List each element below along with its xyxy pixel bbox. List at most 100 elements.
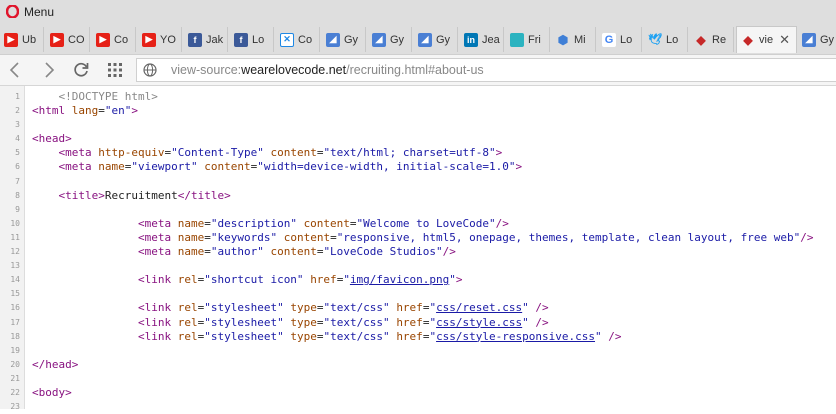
url-prefix: view-source: [171, 63, 242, 77]
tab[interactable]: ⬢ Mi [552, 27, 596, 52]
image-icon: ◢ [372, 32, 386, 47]
youtube-icon: ▶ [4, 32, 18, 47]
line-number: 18 [10, 331, 20, 341]
tab-title: Fri [528, 33, 541, 46]
tab-title: Lo [620, 33, 633, 46]
speed-dial-button[interactable] [104, 59, 126, 81]
tab[interactable]: ◆ Re [690, 27, 734, 52]
tab-title: Lo [666, 33, 679, 46]
tab[interactable]: ◢ Gy [414, 27, 458, 52]
tab[interactable]: ▶ Ub [0, 27, 44, 52]
tab[interactable]: ◢ Gy [798, 27, 836, 52]
menu-button[interactable]: Menu [24, 5, 54, 19]
tab[interactable]: ✕ Co [276, 27, 320, 52]
url-text[interactable]: view-source:wearelovecode.net/recruiting… [171, 63, 484, 77]
line-code: <!DOCTYPE html> [58, 90, 158, 103]
source-line: 11 <meta name="keywords" content="respon… [0, 231, 836, 245]
image-icon: ◢ [418, 32, 432, 47]
opera-logo-icon[interactable] [6, 5, 19, 18]
line-number: 22 [10, 387, 20, 397]
chevron-left-icon [9, 62, 19, 78]
source-line: 2 <html lang="en"> [0, 104, 836, 118]
source-line: 12 <meta name="author" content="LoveCode… [0, 245, 836, 259]
reload-button[interactable] [70, 59, 92, 81]
forward-button[interactable] [38, 59, 60, 81]
line-number: 11 [10, 232, 20, 242]
line-number: 5 [15, 148, 20, 158]
line-number: 8 [15, 190, 20, 200]
line-number: 21 [10, 373, 20, 383]
close-icon[interactable]: ✕ [779, 32, 790, 48]
line-code: <meta name="description" content="Welcom… [137, 216, 509, 230]
source-line: 7 [0, 175, 836, 189]
source-link[interactable]: css/style-responsive.css [436, 330, 595, 343]
source-line: 4 <head> [0, 132, 836, 146]
back-button[interactable] [4, 59, 26, 81]
source-line: 8 <title>Recruitment</title> [0, 189, 836, 203]
square-icon [510, 32, 524, 47]
line-number: 20 [10, 359, 20, 369]
tab-title: Jak [206, 33, 224, 46]
chevron-right-icon [45, 62, 55, 78]
line-number: 4 [15, 134, 20, 144]
tab[interactable]: ◢ Gy [368, 27, 412, 52]
line-number: 15 [10, 289, 20, 299]
tab[interactable]: ◆ vie ✕ [736, 26, 797, 53]
image-icon: ◢ [802, 32, 816, 47]
tab-title: Re [712, 33, 727, 46]
tab[interactable]: ▶ YO [138, 27, 182, 52]
line-number: 16 [10, 303, 20, 313]
diamond-icon: ◆ [696, 32, 706, 47]
globe-icon [143, 63, 157, 77]
youtube-icon: ▶ [50, 32, 64, 47]
google-icon: G [602, 32, 616, 47]
image-icon: ◢ [326, 32, 340, 47]
source-line: 23 [0, 400, 836, 414]
line-number: 1 [15, 92, 20, 101]
line-number: 2 [15, 106, 20, 116]
tab[interactable]: ◢ Gy [322, 27, 366, 52]
source-line: 1 <!DOCTYPE html> [0, 90, 836, 104]
source-line: 5 <meta http-equiv="Content-Type" conten… [0, 146, 836, 160]
youtube-icon: ▶ [142, 32, 156, 47]
line-code: <meta name="viewport" content="width=dev… [58, 160, 523, 174]
tab-title: CO [68, 33, 85, 46]
youtube-icon: ▶ [96, 32, 110, 47]
tab[interactable]: f Lo [230, 27, 274, 52]
line-code: <meta http-equiv="Content-Type" content=… [58, 146, 503, 160]
line-number: 17 [10, 317, 20, 327]
tab[interactable]: f Jak [184, 27, 228, 52]
tab[interactable]: Fri [506, 27, 550, 52]
tab[interactable]: ▶ CO [46, 27, 90, 52]
source-line: 6 <meta name="viewport" content="width=d… [0, 160, 836, 174]
tab-title: Gy [820, 33, 835, 46]
tab-title: Mi [574, 33, 586, 46]
line-number: 13 [10, 261, 20, 271]
line-code: <html lang="en"> [32, 104, 138, 118]
tab[interactable]: ▶ Co [92, 27, 136, 52]
tab-title: Co [114, 33, 129, 46]
source-link[interactable]: css/style.css [436, 316, 522, 329]
source-view[interactable]: 1 <!DOCTYPE html> 2 <html lang="en"> 3 4 <hea… [0, 86, 836, 411]
line-code: <meta name="keywords" content="responsiv… [137, 230, 814, 244]
line-number: 12 [10, 247, 20, 257]
source-link[interactable]: css/reset.css [436, 301, 522, 314]
url-host: wearelovecode.net [241, 63, 347, 77]
source-link[interactable]: img/favicon.png [350, 273, 449, 286]
tab-title: Gy [344, 33, 359, 46]
line-number: 3 [15, 120, 20, 130]
tab-strip: ▶ Ub ▶ CO ▶ Co ▶ YO f Jak f Lo ✕ Co ◢ Gy ◢ Gy ◢ Gy in Jea Fri ⬢… [0, 24, 836, 55]
tab[interactable]: G Lo [598, 27, 642, 52]
grid-icon [108, 63, 122, 77]
source-line: 22 <body> [0, 386, 836, 400]
tab[interactable]: in Jea [460, 27, 504, 52]
line-number: 7 [15, 176, 20, 186]
address-bar[interactable]: view-source:wearelovecode.net/recruiting… [136, 58, 836, 82]
line-number: 9 [15, 204, 20, 214]
source-line: 13 [0, 259, 836, 273]
source-line: 21 [0, 372, 836, 386]
tab[interactable]: 🕊 Lo [644, 27, 688, 52]
source-lines: 1 <!DOCTYPE html> 2 <html lang="en"> 3 4 <hea… [0, 90, 836, 414]
twitter-icon: 🕊 [648, 34, 662, 46]
diamond-icon: ◆ [743, 33, 753, 47]
